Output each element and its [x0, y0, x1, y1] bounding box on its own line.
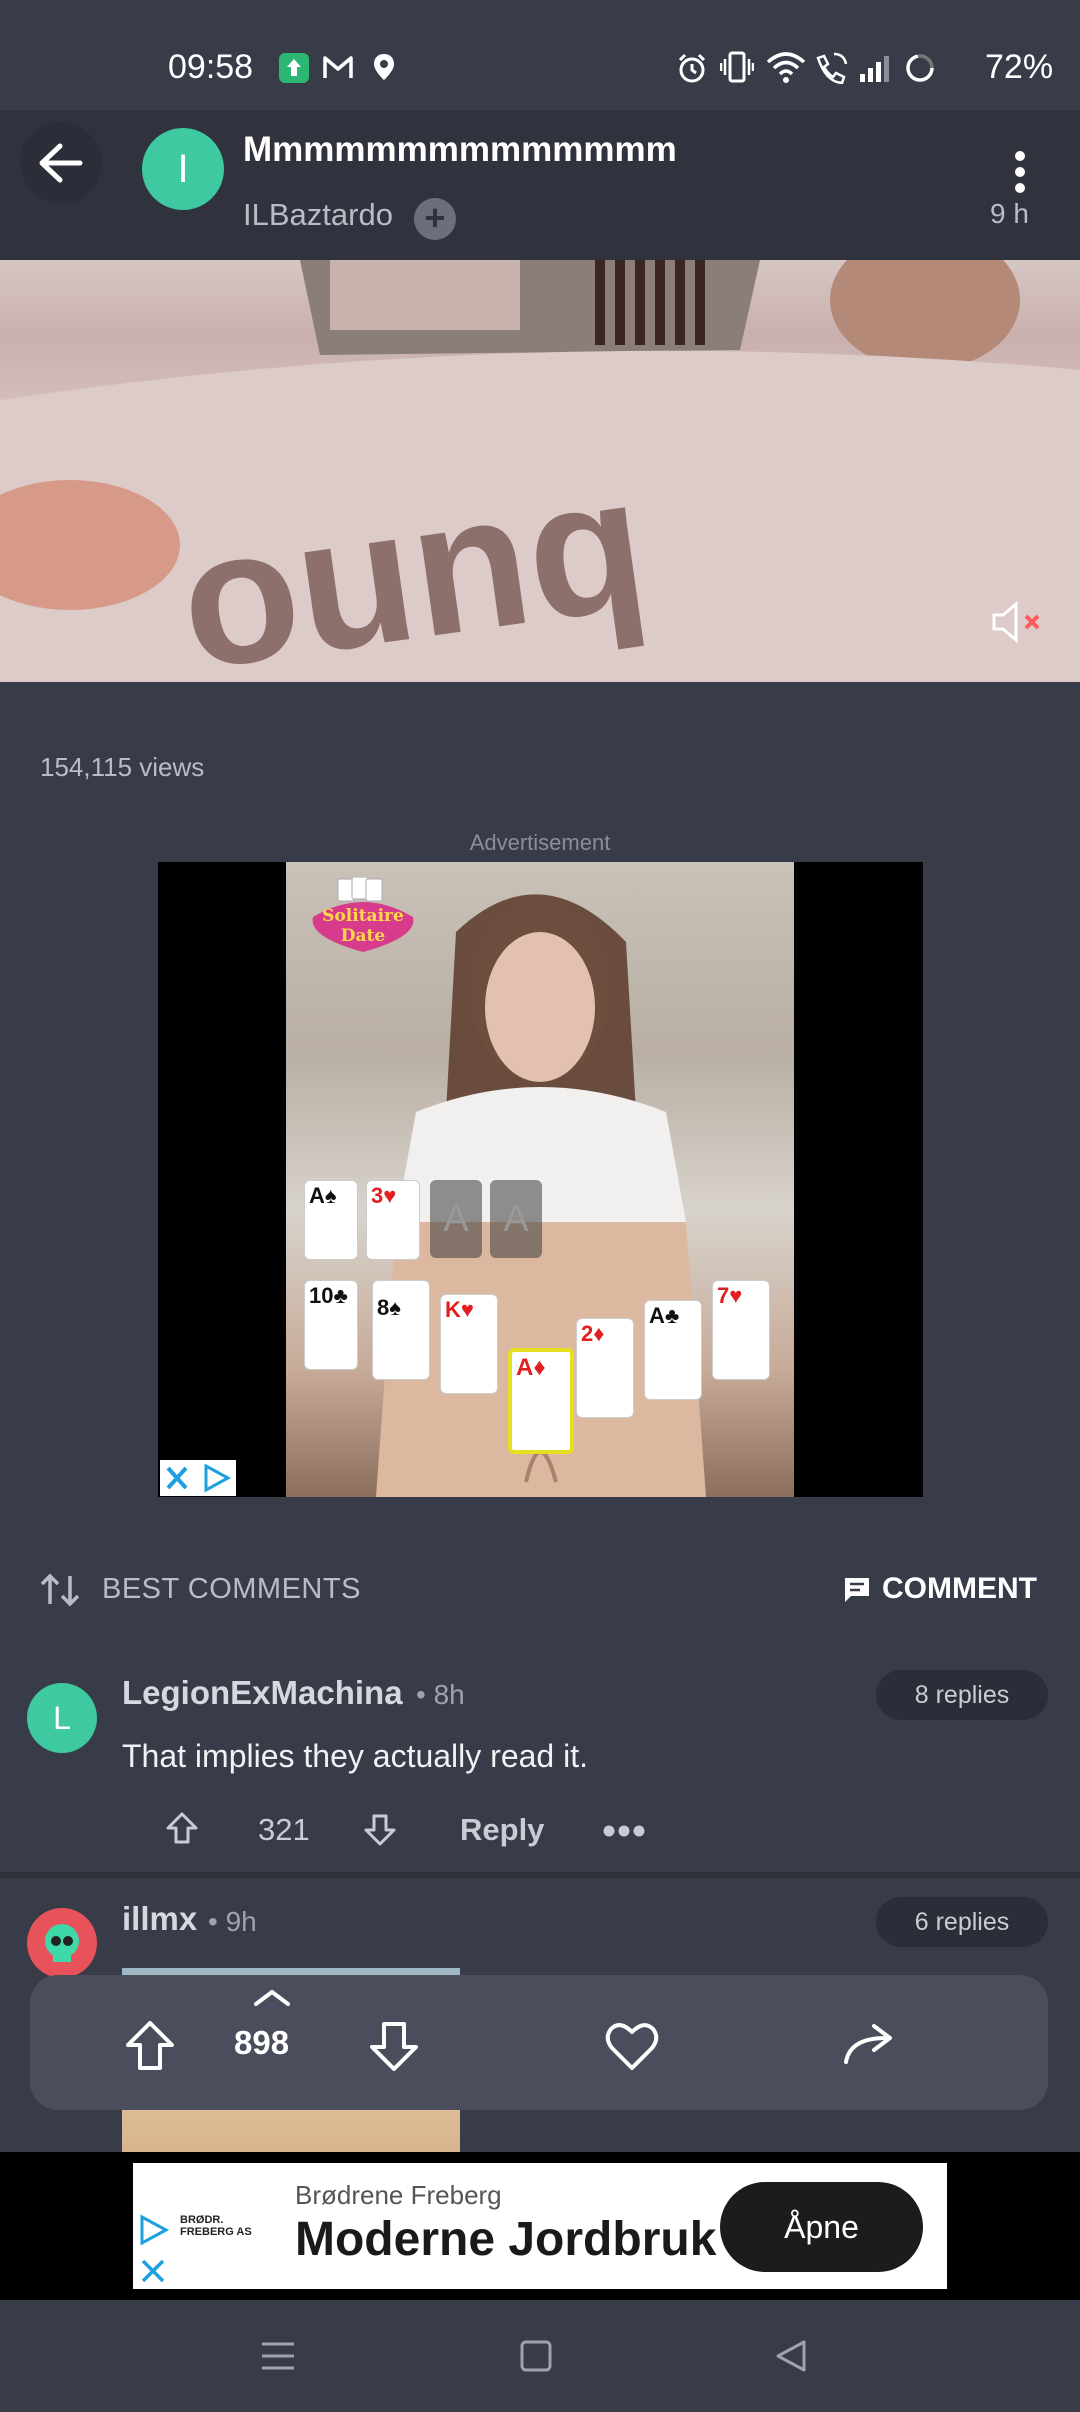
mute-toggle-button[interactable] [990, 600, 1050, 644]
card-king-hearts: K♥ [440, 1294, 498, 1394]
ad-label: Advertisement [469, 830, 611, 855]
foundation-slot: A [490, 1180, 542, 1258]
wifi-icon [766, 50, 806, 84]
chevron-up-icon[interactable] [252, 1988, 292, 2008]
write-comment-button[interactable]: COMMENT [882, 1572, 1037, 1606]
alarm-icon [676, 52, 708, 84]
advertiser-logo: BRØDR. FREBERG AS [180, 2214, 252, 2238]
home-icon[interactable] [518, 2338, 554, 2374]
card-ace-diamonds: A♦ [508, 1348, 574, 1454]
vibrate-icon [720, 50, 754, 84]
more-vertical-icon [1015, 151, 1025, 193]
ad-headline: Moderne Jordbruk [295, 2213, 717, 2266]
follow-button[interactable]: + [414, 198, 456, 240]
volume-muted-icon [992, 600, 1040, 644]
ad-choices-icon[interactable] [138, 2214, 170, 2246]
post-upvote-button[interactable] [122, 2018, 178, 2074]
game-logo: Solitaire Date [308, 877, 418, 957]
comment-age: • 8h [416, 1679, 465, 1710]
upvote-icon [166, 1812, 198, 1844]
commenter-username[interactable]: illmx [122, 1900, 197, 1938]
heart-icon [605, 2023, 659, 2070]
sort-selector[interactable]: BEST COMMENTS [102, 1573, 361, 1606]
signal-icon [858, 54, 890, 82]
more-horizontal-icon [603, 1825, 645, 1837]
card-ace-spades: A♠ [304, 1180, 358, 1260]
advertiser-name: Brødrene Freberg [295, 2180, 502, 2210]
card-ace-clubs: A♣ [644, 1300, 702, 1400]
card-2-diamonds: 2♦ [576, 1318, 634, 1418]
comment-upvote-button[interactable] [164, 1810, 200, 1846]
commenter-username[interactable]: LegionExMachina [122, 1674, 403, 1712]
svg-text:Solitaire: Solitaire [322, 906, 404, 926]
status-time: 09:58 [168, 48, 254, 86]
author-avatar[interactable]: I [142, 128, 224, 210]
replies-button[interactable]: 8 replies [876, 1670, 1048, 1720]
post-score: 898 [234, 2024, 290, 2061]
app-update-icon [278, 52, 310, 84]
ad-close-icon[interactable] [140, 2258, 166, 2284]
upvote-icon [126, 2021, 174, 2070]
card-8-spades: 8♠ [372, 1280, 430, 1380]
post-video[interactable]: ounq [0, 260, 1080, 682]
comment-downvote-button[interactable] [362, 1812, 398, 1848]
post-downvote-button[interactable] [366, 2018, 422, 2074]
gmail-icon [322, 54, 354, 80]
comment-icon [842, 1575, 872, 1605]
downvote-icon [370, 2022, 418, 2071]
sort-icon[interactable] [40, 1572, 82, 1608]
commenter-avatar[interactable]: L [27, 1683, 97, 1753]
ad-open-button[interactable]: Åpne [720, 2182, 923, 2272]
arrow-left-icon [39, 143, 83, 183]
back-nav-icon[interactable] [774, 2338, 810, 2374]
post-title: Mmmmmmmmmmmmmm [243, 130, 677, 169]
view-count: 154,115 views [40, 752, 205, 782]
comment-more-button[interactable] [602, 1824, 646, 1838]
replies-button[interactable]: 6 replies [876, 1897, 1048, 1947]
ad-choices-button[interactable] [160, 1460, 236, 1496]
card-10-clubs: 10♣ [304, 1280, 358, 1370]
foundation-slot: A [430, 1180, 482, 1258]
card-3-hearts: 3♥ [366, 1180, 420, 1260]
share-button[interactable] [842, 2022, 898, 2068]
location-icon [372, 52, 396, 82]
recents-icon[interactable] [260, 2340, 296, 2372]
battery-percent: 72% [985, 48, 1054, 86]
ad-banner[interactable]: Solitaire Date A♠ 3♥ A A 10♣ 8♠ K♥ A♦ 2♦… [158, 862, 923, 1497]
skull-icon [45, 1924, 79, 1962]
downvote-icon [364, 1814, 396, 1846]
reply-button[interactable]: Reply [460, 1812, 544, 1848]
comment-age: • 9h [208, 1906, 257, 1937]
favorite-button[interactable] [604, 2020, 660, 2072]
comment-divider [0, 1872, 1080, 1878]
back-button[interactable] [20, 122, 102, 204]
more-options-button[interactable] [1000, 148, 1040, 198]
post-age: 9 h [990, 198, 1029, 229]
comment-text: That implies they actually read it. [122, 1738, 588, 1774]
battery-icon [904, 52, 936, 84]
wifi-calling-icon [814, 52, 848, 84]
author-username[interactable]: ILBaztardo [243, 197, 393, 233]
commenter-avatar[interactable] [27, 1908, 97, 1978]
svg-text:Date: Date [341, 926, 386, 946]
card-7-hearts: 7♥ [712, 1280, 770, 1380]
share-arrow-icon [844, 2024, 892, 2064]
comment-score: 321 [258, 1812, 310, 1847]
